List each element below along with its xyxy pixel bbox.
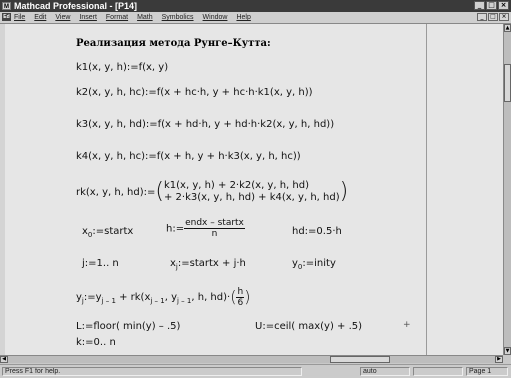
yj-subscript: j [81, 297, 84, 305]
horizontal-scrollbar[interactable]: ◀ ▶ [0, 355, 503, 363]
document-controls: _ □ × [477, 13, 509, 21]
menu-format[interactable]: Format [106, 12, 128, 23]
k-range-definition[interactable]: k:=0.. n [76, 337, 116, 349]
hd-definition[interactable]: hd:=0.5·h [292, 226, 342, 238]
page-boundary-line [426, 24, 427, 355]
y0-definition[interactable]: y0:=inity [292, 258, 336, 271]
rk-lhs: rk(x, y, h, hd):= [76, 187, 156, 198]
maximize-button[interactable]: □ [486, 1, 497, 10]
close-button[interactable]: × [498, 1, 509, 10]
x0-definition[interactable]: x0:=startx [82, 226, 134, 239]
title-bar: M Mathcad Professional - [P14] _ □ × [0, 0, 511, 12]
scroll-up-arrow-icon[interactable]: ▲ [504, 24, 511, 32]
y0-rhs: :=inity [302, 258, 336, 269]
yj-x-subscript: j – 1 [150, 297, 165, 305]
h-definition[interactable]: h:= endx – startx n [166, 218, 245, 239]
scroll-down-arrow-icon[interactable]: ▼ [504, 347, 511, 355]
document-icon[interactable]: Ed [2, 13, 11, 21]
status-mode: auto [360, 367, 410, 376]
menu-file[interactable]: File [14, 12, 25, 23]
rk-line-2: + 2·k3(x, y, h, hd) + k4(x, y, h, hd) [163, 192, 340, 203]
yj-prev-subscript: j – 1 [101, 297, 116, 305]
yj-assign: :=y [83, 292, 102, 303]
menu-edit[interactable]: Edit [34, 12, 46, 23]
x0-subscript: 0 [87, 231, 93, 239]
scroll-right-arrow-icon[interactable]: ▶ [495, 356, 503, 363]
doc-restore-button[interactable]: □ [488, 13, 498, 21]
doc-minimize-button[interactable]: _ [477, 13, 487, 21]
vertical-scroll-thumb[interactable] [504, 64, 511, 102]
yj-rk-call: + rk(x [115, 292, 151, 303]
crosshair-cursor-icon: + [403, 320, 411, 330]
menu-help[interactable]: Help [236, 12, 250, 23]
status-blank [413, 367, 463, 376]
k2-definition[interactable]: k2(x, y, h, hc):=f(x + hc·h, y + hc·h·k1… [76, 87, 313, 99]
yj-y-subscript: j – 1 [177, 297, 192, 305]
yj-recurrence[interactable]: yj:=yj – 1 + rk(xj – 1, yj – 1, h, hd)·(… [76, 286, 250, 308]
menu-symbolics[interactable]: Symbolics [162, 12, 194, 23]
rk-close-paren: ) [339, 179, 349, 204]
doc-close-button[interactable]: × [499, 13, 509, 21]
yj-frac-close-paren: ) [244, 287, 251, 306]
vertical-scrollbar[interactable]: ▲ ▼ [503, 24, 511, 355]
rk-line-1: k1(x, y, h) + 2·k2(x, y, h, hd) [163, 180, 309, 191]
j-range-definition[interactable]: j:=1.. n [82, 258, 119, 270]
menu-window[interactable]: Window [203, 12, 228, 23]
k1-definition[interactable]: k1(x, y, h):=f(x, y) [76, 62, 168, 74]
menu-items: File Edit View Insert Format Math Symbol… [14, 12, 251, 23]
yj-comma: , y [164, 292, 178, 303]
rk-body: k1(x, y, h) + 2·k2(x, y, h, hd) + 2·k3(x,… [164, 180, 340, 204]
h-numerator: endx – startx [184, 218, 245, 229]
menu-bar: Ed File Edit View Insert Format Math Sym… [0, 12, 511, 24]
U-definition[interactable]: U:=ceil( max(y) + .5) [255, 321, 362, 333]
minimize-button[interactable]: _ [474, 1, 485, 10]
L-definition[interactable]: L:=floor( min(y) – .5) [76, 321, 180, 333]
horizontal-scroll-thumb[interactable] [330, 356, 390, 363]
h-fraction: endx – startx n [184, 218, 245, 239]
xj-rhs: :=startx + j·h [177, 258, 246, 269]
window-title: Mathcad Professional - [P14] [14, 1, 138, 11]
worksheet[interactable]: Реализация метода Рунге–Кутта: k1(x, y, … [0, 24, 503, 355]
status-bar: Press F1 for help. auto Page 1 [0, 364, 511, 378]
section-heading: Реализация метода Рунге–Кутта: [76, 38, 271, 49]
rk-open-paren: ( [155, 179, 164, 204]
menu-math[interactable]: Math [137, 12, 153, 23]
h-lhs: h:= [166, 223, 185, 235]
window-controls: _ □ × [474, 1, 509, 10]
k3-definition[interactable]: k3(x, y, h, hd):=f(x + hd·h, y + hd·h·k2… [76, 119, 334, 131]
scroll-left-arrow-icon[interactable]: ◀ [0, 356, 8, 363]
status-help-text: Press F1 for help. [2, 367, 302, 376]
k4-definition[interactable]: k4(x, y, h, hc):=f(x + h, y + h·k3(x, y,… [76, 151, 301, 163]
yj-tail: , h, hd)· [191, 292, 231, 303]
xj-subscript: j [175, 263, 178, 271]
h-denominator: n [211, 229, 218, 239]
rk-definition[interactable]: rk(x, y, h, hd):=(k1(x, y, h) + 2·k2(x, … [76, 180, 348, 204]
status-page: Page 1 [466, 367, 508, 376]
xj-definition[interactable]: xj:=startx + j·h [170, 258, 246, 271]
menu-insert[interactable]: Insert [79, 12, 97, 23]
left-margin [0, 24, 5, 355]
menu-view[interactable]: View [55, 12, 70, 23]
mathcad-app-icon[interactable]: M [2, 2, 11, 10]
y0-subscript: 0 [297, 263, 303, 271]
x0-rhs: :=startx [92, 226, 134, 237]
